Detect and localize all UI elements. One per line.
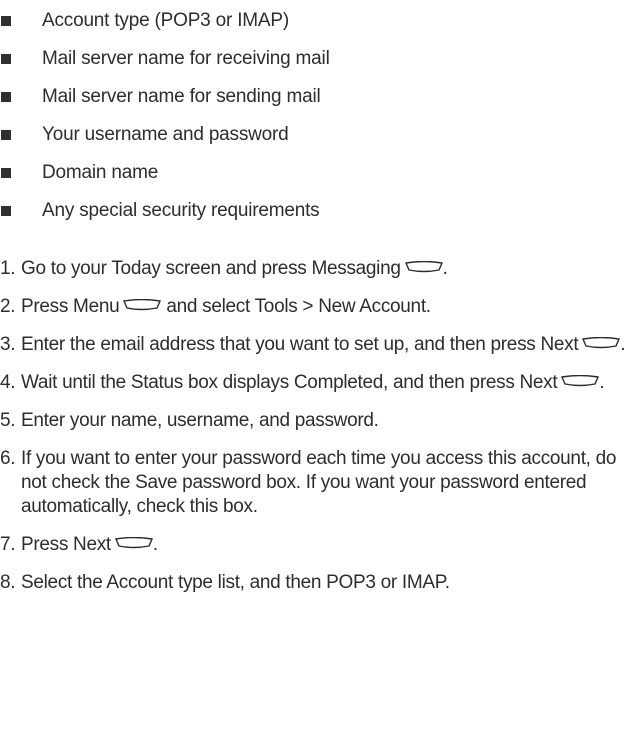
step-item: 6. If you want to enter your password eac…	[0, 447, 644, 519]
list-item: Mail server name for sending mail	[0, 85, 640, 109]
step-number: 2.	[0, 296, 16, 317]
requirements-list: Account type (POP3 or IMAP) Mail server …	[0, 9, 640, 237]
square-bullet-icon	[1, 130, 11, 140]
step-number: 6.	[0, 448, 16, 469]
step-number: 4.	[0, 372, 16, 393]
square-bullet-icon	[1, 92, 11, 102]
step-item: 8. Select the Account type list, and then…	[0, 571, 644, 595]
step-text: Press Menu	[21, 296, 120, 317]
step-text-end: .	[152, 534, 158, 555]
step-number: 8.	[0, 572, 16, 593]
square-bullet-icon	[1, 54, 11, 64]
step-number: 7.	[0, 534, 16, 555]
step-text: Wait until the Status box displays Compl…	[21, 372, 558, 393]
softkey-icon	[561, 375, 600, 387]
step-number: 1.	[0, 258, 16, 279]
square-bullet-icon	[1, 16, 11, 26]
step-text-end: .	[620, 334, 626, 355]
square-bullet-icon	[1, 168, 11, 178]
step-item: 5. Enter your name, username, and passwor…	[0, 409, 644, 433]
step-text: Enter your name, username, and password.	[21, 410, 379, 431]
step-text: Go to your Today screen and press Messag…	[21, 258, 401, 279]
step-text: Select the Account type list, and then P…	[21, 572, 450, 593]
softkey-icon	[123, 299, 162, 311]
setup-steps-list: 1. Go to your Today screen and press Mess…	[0, 257, 644, 609]
list-item: Account type (POP3 or IMAP)	[0, 9, 640, 33]
step-text: Press Next	[21, 534, 111, 555]
step-text-end: .	[442, 258, 448, 279]
list-item: Domain name	[0, 161, 640, 185]
step-text: Enter the email address that you want to…	[21, 334, 579, 355]
list-item: Your username and password	[0, 123, 640, 147]
step-text-end: .	[599, 372, 605, 393]
step-item: 4. Wait until the Status box displays Com…	[0, 371, 644, 395]
step-item: 7. Press Next.	[0, 533, 644, 557]
softkey-icon	[114, 537, 153, 549]
step-item: 3. Enter the email address that you want …	[0, 333, 644, 357]
softkey-icon	[582, 337, 621, 349]
step-text: If you want to enter your password each …	[21, 448, 617, 517]
list-item: Any special security requirements	[0, 199, 640, 223]
step-number: 3.	[0, 334, 16, 355]
square-bullet-icon	[1, 206, 11, 216]
step-text-end: and select Tools > New Account.	[161, 296, 431, 317]
list-item: Mail server name for receiving mail	[0, 47, 640, 71]
step-item: 1. Go to your Today screen and press Mess…	[0, 257, 644, 281]
step-number: 5.	[0, 410, 16, 431]
document-page: Account type (POP3 or IMAP) Mail server …	[0, 0, 644, 736]
softkey-icon	[404, 261, 443, 273]
step-item: 2. Press Menu and select Tools > New Acco…	[0, 295, 644, 319]
